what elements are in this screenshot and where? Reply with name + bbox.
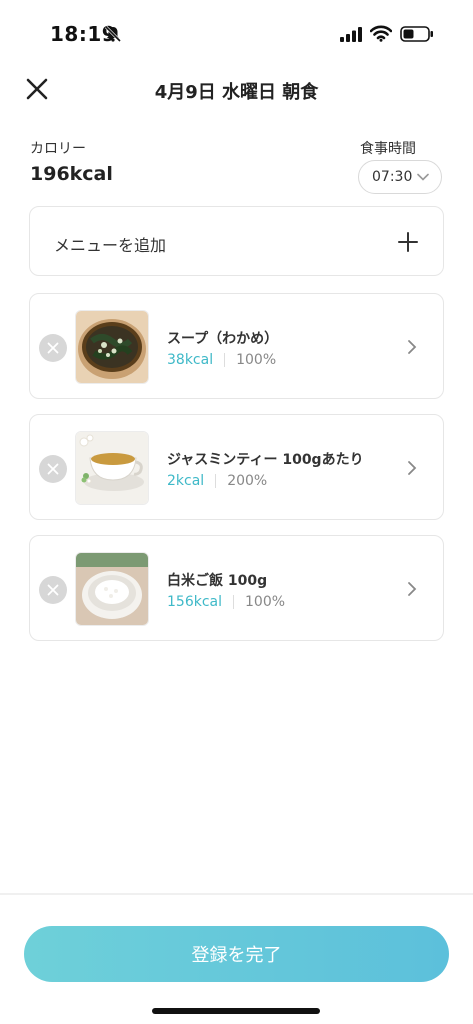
bottom-divider: [0, 893, 473, 895]
food-item-card[interactable]: スープ（わかめ） 38kcal 100%: [29, 293, 444, 399]
close-icon: [47, 584, 59, 596]
food-kcal: 2kcal: [167, 473, 205, 489]
divider: [233, 595, 234, 609]
home-indicator: [152, 1008, 320, 1014]
complete-registration-button[interactable]: 登録を完了: [24, 926, 449, 982]
page-title: 4月9日 水曜日 朝食: [154, 82, 319, 103]
food-item-card[interactable]: 白米ご飯 100g 156kcal 100%: [29, 535, 444, 641]
divider: [224, 353, 226, 367]
chevron-right-icon: [408, 461, 417, 475]
plus-icon: [398, 232, 418, 252]
white-rice-image: [76, 553, 148, 625]
food-thumbnail: [75, 431, 149, 505]
wakame-soup-image: [76, 311, 148, 383]
battery-icon: [400, 26, 433, 42]
remove-item-button[interactable]: [39, 334, 67, 362]
chevron-down-icon: [417, 173, 429, 181]
calorie-value: 196kcal: [30, 163, 113, 185]
mealtime-value: 07:30: [372, 169, 413, 185]
close-icon: [47, 463, 59, 475]
header: 4月9日 水曜日 朝食: [0, 68, 473, 112]
remove-item-button[interactable]: [39, 455, 67, 483]
food-meta: 156kcal 100%: [167, 594, 285, 610]
food-thumbnail: [75, 552, 149, 626]
food-percent: 100%: [236, 352, 277, 368]
divider: [215, 474, 217, 488]
food-kcal: 156kcal: [167, 594, 222, 610]
cellular-signal-icon: [340, 27, 362, 42]
food-percent: 200%: [227, 473, 268, 489]
chevron-right-icon: [408, 340, 417, 354]
mealtime-label: 食事時間: [360, 141, 416, 157]
wifi-icon: [370, 25, 392, 42]
food-item-card[interactable]: ジャスミンティー 100gあたり 2kcal 200%: [29, 414, 444, 520]
food-name: 白米ご飯 100g: [167, 573, 268, 589]
remove-item-button[interactable]: [39, 576, 67, 604]
chevron-right-icon: [408, 582, 417, 596]
status-bar: 18:19: [0, 0, 473, 60]
food-percent: 100%: [245, 594, 286, 610]
food-name: ジャスミンティー 100gあたり: [167, 452, 364, 468]
food-meta: 2kcal 200%: [167, 473, 267, 489]
add-menu-label: メニューを追加: [54, 236, 167, 255]
food-meta: 38kcal 100%: [167, 352, 276, 368]
calorie-label: カロリー: [30, 141, 86, 157]
jasmine-tea-image: [76, 432, 148, 504]
food-kcal: 38kcal: [167, 352, 214, 368]
add-menu-button[interactable]: メニューを追加: [29, 206, 444, 276]
bell-slash-icon: [104, 25, 122, 43]
close-icon: [47, 342, 59, 354]
mealtime-select[interactable]: 07:30: [358, 160, 442, 194]
food-name: スープ（わかめ）: [167, 331, 279, 347]
food-thumbnail: [75, 310, 149, 384]
meal-edit-screen: 18:19 4月9日 水曜日 朝食 カロリー 196kcal 食事時間 07:3…: [0, 0, 473, 1024]
